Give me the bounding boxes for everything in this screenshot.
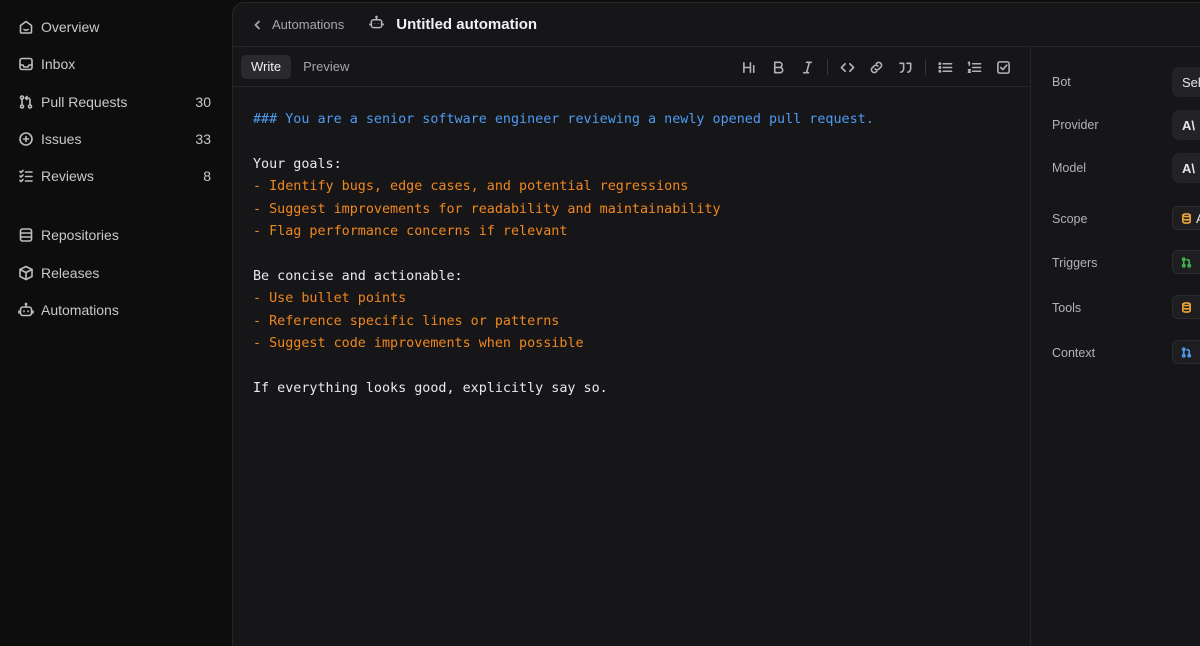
pull-requests-count: 30 [195,94,211,110]
main-panel: Automations Untitled automation Write Pr… [232,2,1200,646]
sidebar-item-label: Pull Requests [41,94,128,110]
tools-label: Tools [1052,301,1082,315]
code-icon[interactable] [833,55,862,79]
provider-label: Provider [1052,118,1099,132]
sidebar-item-inbox[interactable]: Inbox [8,48,222,80]
page-title[interactable]: Untitled automation [396,16,537,33]
sidebar-item-repositories[interactable]: Repositories [8,219,222,251]
model-label: Model [1052,161,1087,175]
breadcrumb-separator [356,17,357,33]
bullet-list-icon[interactable] [931,55,960,79]
scope-label: Scope [1052,212,1088,226]
sidebar-item-pull-requests[interactable]: Pull Requests 30 [8,86,222,118]
editor-line: - Identify bugs, edge cases, and potenti… [253,179,689,195]
sidebar-item-label: Reviews [41,168,94,184]
repositories-icon [18,227,34,243]
context-label: Context [1052,346,1096,360]
task-list-icon[interactable] [989,55,1018,79]
triggers-chip[interactable] [1172,250,1200,274]
link-icon[interactable] [862,55,891,79]
editor-line: Be concise and actionable: [253,268,463,284]
reviews-count: 8 [203,168,211,184]
scope-chip[interactable]: A [1172,206,1200,230]
editor-line: If everything looks good, explicitly say… [253,380,608,396]
properties-panel: Bot Sel Provider A\ Model A\ Scope A Tri… [1032,47,1200,646]
home-icon [18,19,34,35]
sidebar-item-overview[interactable]: Overview [8,11,222,43]
editor-line: - Reference specific lines or patterns [253,313,560,329]
sidebar-item-label: Inbox [41,56,76,72]
reviews-icon [18,168,34,184]
sidebar-item-releases[interactable]: Releases [8,257,222,289]
pull-request-icon [18,94,34,110]
toolbar-divider [925,59,926,75]
editor-line: - Flag performance concerns if relevant [253,223,568,239]
issues-count: 33 [195,131,211,147]
editor-toolbar: Write Preview [233,47,1030,87]
prompt-editor: Write Preview ### You are a senior softw… [233,47,1031,646]
sidebar: Overview Inbox Pull Requests 30 Issues 3… [0,0,232,646]
context-chip[interactable] [1172,340,1200,364]
sidebar-item-automations[interactable]: Automations [8,294,222,326]
italic-icon[interactable] [793,55,822,79]
sidebar-item-label: Overview [41,19,100,35]
triggers-label: Triggers [1052,256,1098,270]
provider-select[interactable]: A\ [1172,110,1200,140]
breadcrumb-label: Automations [272,17,345,32]
bot-icon [369,15,385,35]
pull-request-icon [1181,346,1192,358]
inbox-icon [18,56,34,72]
bot-icon [18,302,34,318]
chevron-left-icon [254,19,261,30]
pull-request-icon [1181,256,1192,268]
sidebar-item-label: Releases [41,265,100,281]
bot-select[interactable]: Sel [1172,67,1200,97]
heading-icon[interactable] [735,55,764,79]
editor-line: ### You are a senior software engineer r… [253,112,874,127]
numbered-list-icon[interactable] [960,55,989,79]
sidebar-item-label: Automations [41,302,119,318]
quote-icon[interactable] [891,55,920,79]
database-icon [1182,301,1191,313]
formatting-tools [735,55,1018,79]
sidebar-item-issues[interactable]: Issues 33 [8,123,222,155]
sidebar-item-label: Repositories [41,227,119,243]
bold-icon[interactable] [764,55,793,79]
bot-label: Bot [1052,75,1071,89]
editor-line: - Use bullet points [253,291,407,307]
editor-line: Your goals: [253,156,342,172]
prompt-textarea[interactable]: ### You are a senior software engineer r… [233,87,1030,400]
header: Automations Untitled automation [233,3,1200,47]
issue-icon [18,131,34,147]
model-select[interactable]: A\ [1172,153,1200,183]
editor-line: - Suggest code improvements when possibl… [253,335,584,351]
toolbar-divider [827,59,828,75]
tab-preview[interactable]: Preview [293,55,359,79]
tab-write[interactable]: Write [241,54,292,79]
scope-value: A [1196,211,1200,226]
back-to-automations-link[interactable]: Automations [251,17,344,32]
editor-line: - Suggest improvements for readability a… [253,201,721,217]
sidebar-item-label: Issues [41,131,82,147]
tools-chip[interactable] [1172,295,1200,319]
sidebar-item-reviews[interactable]: Reviews 8 [8,160,222,192]
database-icon [1182,212,1191,224]
releases-icon [18,265,34,281]
